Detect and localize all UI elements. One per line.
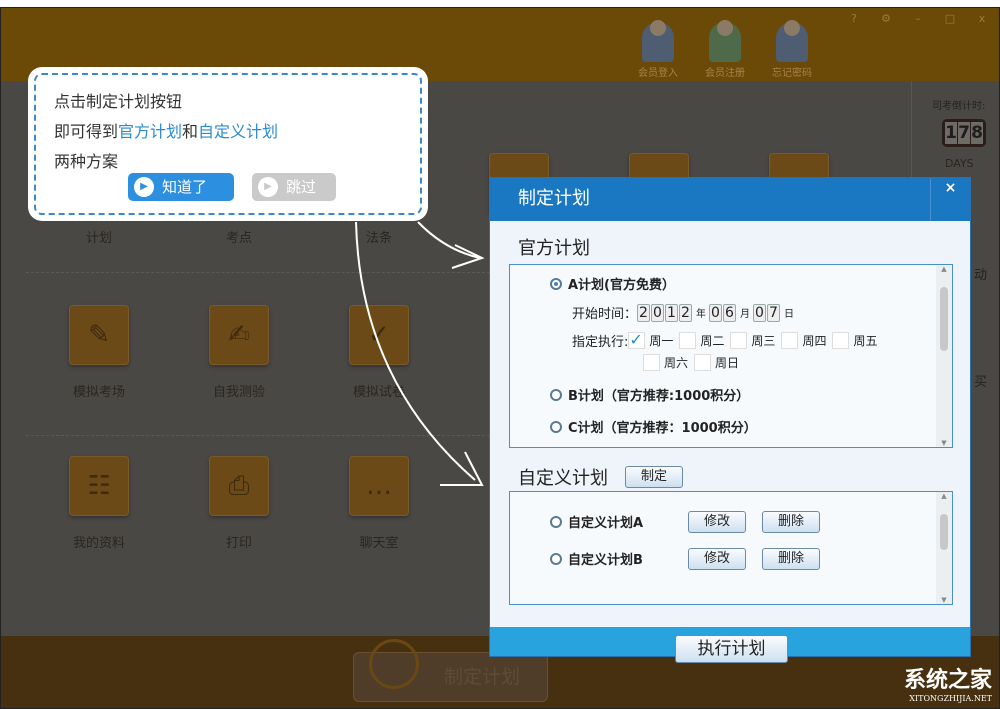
highlight: 官方计划 — [118, 122, 183, 141]
day-label: 周四 — [802, 334, 827, 348]
checkbox-sat[interactable] — [643, 354, 660, 371]
unit: 月 — [740, 309, 751, 320]
highlight: 自定义计划 — [198, 122, 279, 141]
checkbox-sun[interactable] — [694, 354, 712, 371]
watermark-logo: 系统之家 XITONGZHIJIA.NET — [904, 662, 992, 703]
skip-button[interactable]: 跳过 — [252, 173, 336, 201]
official-plan-heading: 官方计划 — [518, 238, 590, 259]
arrow-to-custom — [355, 221, 484, 486]
month-digit[interactable]: 6 — [723, 303, 737, 322]
delete-button[interactable]: 删除 — [762, 548, 820, 570]
checkbox-thu[interactable] — [781, 332, 799, 349]
label: 开始时间： — [572, 307, 638, 322]
day-digit[interactable]: 7 — [767, 303, 781, 322]
custom-plan-list: 自定义计划A 修改 删除 自定义计划B 修改 删除 ▲ ▼ — [509, 491, 953, 605]
day-label: 周五 — [853, 334, 878, 348]
day-label: 周六 — [664, 356, 689, 370]
got-it-button[interactable]: 知道了 — [128, 173, 234, 201]
text: 和 — [182, 122, 199, 141]
execute-plan-button[interactable]: 执行计划 — [675, 635, 788, 663]
edit-button[interactable]: 修改 — [688, 511, 746, 533]
custom-plan-a-option[interactable]: 自定义计划A — [550, 512, 676, 531]
watermark-name: 系统之家 — [903, 668, 992, 693]
radio[interactable] — [550, 552, 562, 565]
custom-plan-b-option[interactable]: 自定义计划B — [550, 549, 676, 568]
weekday-row-2: 周六 周日 — [643, 354, 745, 371]
guide-tooltip: 点击制定计划按钮 即可得到官方计划和自定义计划 两种方案 知道了 跳过 — [28, 67, 428, 221]
plan-a-option[interactable]: A计划(官方免费） — [550, 274, 675, 293]
checkbox-fri[interactable] — [832, 332, 850, 349]
dialog-title: 制定计划 — [518, 188, 590, 209]
label: 指定执行: — [572, 335, 629, 350]
year-digit[interactable]: 0 — [651, 303, 665, 322]
checkbox-wed[interactable] — [730, 332, 748, 349]
close-icon[interactable]: × — [930, 178, 970, 221]
label: A计划(官方免费） — [568, 278, 676, 293]
label: C计划（官方推荐：1000积分） — [568, 421, 757, 436]
tip-line: 点击制定计划按钮 — [54, 92, 183, 111]
day-label: 周二 — [700, 334, 725, 348]
edit-button[interactable]: 修改 — [688, 548, 746, 570]
checkbox-mon[interactable]: ✓ — [628, 332, 646, 349]
create-custom-plan-button[interactable]: 制定 — [625, 466, 683, 488]
scrollbar[interactable]: ▲ ▼ — [936, 265, 952, 447]
make-plan-dialog: 制定计划 × 官方计划 A计划(官方免费） 开始时间： 2012 年 06 月 0… — [489, 177, 971, 663]
label: 自定义计划B — [568, 553, 643, 568]
delete-button[interactable]: 删除 — [762, 511, 820, 533]
arrow-to-official — [417, 221, 485, 269]
day-digit[interactable]: 0 — [753, 303, 767, 322]
day-label: 周一 — [649, 334, 674, 348]
scroll-thumb[interactable] — [940, 514, 948, 550]
year-digit[interactable]: 2 — [679, 303, 693, 322]
month-digit[interactable]: 0 — [709, 303, 723, 322]
radio[interactable] — [550, 277, 562, 290]
label: 自定义计划A — [568, 516, 644, 531]
radio[interactable] — [550, 515, 562, 528]
unit: 年 — [696, 309, 707, 320]
year-digit[interactable]: 1 — [665, 303, 679, 322]
tip-line: 即可得到官方计划和自定义计划 — [54, 117, 420, 147]
dialog-header: 制定计划 × — [490, 178, 970, 221]
start-time-row: 开始时间： 2012 年 06 月 07 日 — [572, 303, 797, 322]
scrollbar[interactable]: ▲ ▼ — [936, 492, 952, 604]
radio[interactable] — [550, 388, 562, 401]
unit: 日 — [784, 309, 795, 320]
plan-b-option[interactable]: B计划（官方推荐:1000积分） — [550, 385, 749, 404]
label: B计划（官方推荐:1000积分） — [568, 389, 750, 404]
checkbox-tue[interactable] — [679, 332, 697, 349]
scroll-thumb[interactable] — [940, 287, 948, 351]
plan-c-option[interactable]: C计划（官方推荐：1000积分） — [550, 417, 757, 436]
radio[interactable] — [550, 420, 562, 433]
day-label: 周三 — [751, 334, 776, 348]
official-plan-list: A计划(官方免费） 开始时间： 2012 年 06 月 07 日 指定执行: ✓… — [509, 264, 953, 448]
dialog-footer: 执行计划 — [490, 627, 970, 663]
custom-plan-heading: 自定义计划 — [518, 468, 608, 489]
day-label: 周日 — [715, 356, 740, 370]
weekday-row: 指定执行: ✓ 周一 周二 周三 周四 周五 — [572, 331, 883, 351]
year-digit[interactable]: 2 — [637, 303, 651, 322]
text: 即可得到 — [54, 122, 119, 141]
watermark-url: XITONGZHIJIA.NET — [909, 694, 992, 703]
